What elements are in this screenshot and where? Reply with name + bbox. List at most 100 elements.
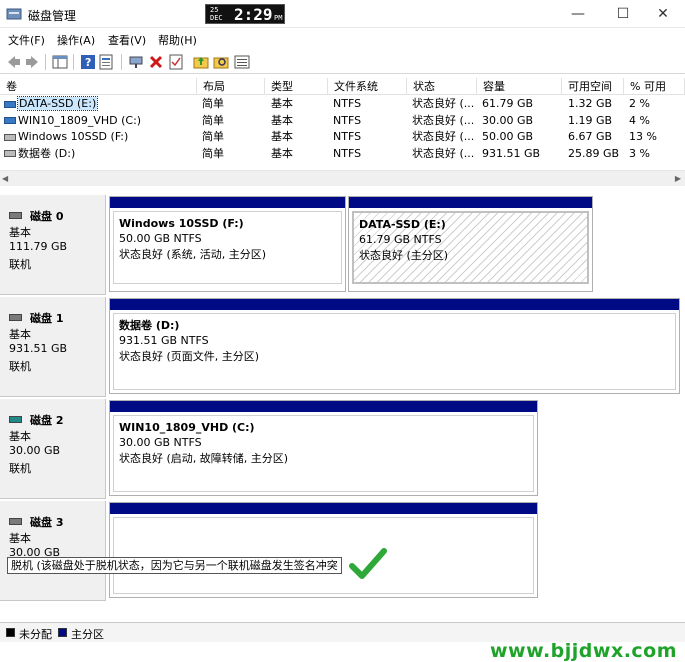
disk-size: 111.79 GB (9, 240, 68, 253)
volume-capacity-cell: 61.79 GB (482, 97, 534, 110)
volume-row[interactable]: 数据卷 (D:) 简单 基本 NTFS 状态良好 (... 931.51 GB 25.89 … (0, 146, 685, 162)
volume-free-cell: 1.19 GB (568, 113, 613, 127)
volume-row[interactable]: Windows 10SSD (F:) 简单 基本 NTFS 状态良好 (... 50.00… (0, 129, 685, 145)
column-header-type[interactable]: 类型 (265, 78, 328, 95)
volume-pct-cell: 2 % (629, 97, 650, 110)
partition-status: 状态良好 (系统, 活动, 主分区) (119, 248, 267, 261)
scroll-left-arrow-icon[interactable]: ◀ (2, 174, 8, 183)
green-checkmark-icon (349, 548, 387, 579)
check-icon[interactable] (168, 54, 184, 70)
partition-name: DATA-SSD (E:) (359, 218, 446, 231)
disk-management-icon (6, 8, 22, 20)
menu-file[interactable]: 文件(F) (8, 32, 45, 48)
volume-fs-cell: NTFS (333, 146, 362, 160)
partition-color-bar (110, 401, 537, 412)
view-icon[interactable] (52, 54, 68, 70)
volume-free-cell: 6.67 GB (568, 130, 613, 143)
partition-body: Windows 10SSD (F:) 50.00 GB NTFS 状态良好 (系统,… (113, 211, 342, 284)
volume-capacity-cell: 50.00 GB (482, 130, 534, 143)
back-icon[interactable] (6, 54, 22, 70)
disk-3-label[interactable]: 磁盘 3 基本 30.00 GB (0, 501, 106, 601)
partition-status: 状态良好 (启动, 故障转储, 主分区) (119, 452, 289, 465)
clock-overlay: 25 DEC 2:29 PM (205, 4, 285, 24)
volume-icon (4, 117, 16, 124)
disk-state: 联机 (9, 462, 31, 475)
properties-icon[interactable] (98, 54, 114, 70)
scroll-right-arrow-icon[interactable]: ▶ (675, 174, 681, 183)
disk-icon (9, 212, 22, 219)
column-header-filesystem[interactable]: 文件系统 (328, 78, 407, 95)
disk-state: 联机 (9, 360, 31, 373)
horizontal-scrollbar[interactable]: ◀ ▶ (0, 170, 685, 186)
disk-2-label[interactable]: 磁盘 2 基本 30.00 GB 联机 (0, 399, 106, 499)
disk-0-partition[interactable]: Windows 10SSD (F:) 50.00 GB NTFS 状态良好 (系统,… (109, 196, 346, 292)
volume-row[interactable]: WIN10_1809_VHD (C:) 简单 基本 NTFS 状态良好 (... 30.0… (0, 113, 685, 129)
disk-title: 磁盘 3 (9, 514, 63, 530)
column-header-status[interactable]: 状态 (407, 78, 477, 95)
volume-list: 卷 布局 类型 文件系统 状态 容量 可用空间 % 可用 DATA-SSD (E… (0, 78, 685, 186)
volume-type-cell: 基本 (271, 97, 293, 110)
toolbar-separator (121, 54, 122, 70)
column-header-capacity[interactable]: 容量 (477, 78, 562, 95)
column-header-percent-free[interactable]: % 可用 (624, 78, 685, 95)
legend-primary-swatch (58, 628, 67, 637)
disk-title: 磁盘 1 (9, 310, 63, 326)
volume-free-cell: 25.89 GB (568, 146, 620, 160)
partition-size: 30.00 GB NTFS (119, 436, 202, 449)
legend-bar: 未分配 主分区 (0, 622, 685, 642)
minimize-button[interactable]: — (555, 0, 601, 28)
menu-help[interactable]: 帮助(H) (158, 32, 197, 48)
volume-status-cell: 状态良好 (... (412, 130, 475, 143)
partition-body: DATA-SSD (E:) 61.79 GB NTFS 状态良好 (主分区) (352, 211, 589, 284)
connect-icon[interactable] (128, 54, 144, 70)
volume-name: Windows 10SSD (F:) (18, 130, 129, 143)
disk-type: 基本 (9, 226, 31, 239)
menu-view[interactable]: 查看(V) (108, 32, 146, 48)
volume-status-cell: 状态良好 (... (412, 146, 475, 160)
help-icon[interactable]: ? (80, 54, 96, 70)
disk-size: 30.00 GB (9, 444, 61, 457)
disk-3-partition[interactable]: 30.00 GB (109, 502, 538, 598)
disk-0-partition[interactable]: DATA-SSD (E:) 61.79 GB NTFS 状态良好 (主分区) (348, 196, 593, 292)
volume-list-header: 卷 布局 类型 文件系统 状态 容量 可用空间 % 可用 (0, 78, 685, 95)
disk-0-label[interactable]: 磁盘 0 基本 111.79 GB 联机 (0, 195, 106, 295)
volume-name: DATA-SSD (E:) (16, 96, 99, 111)
disk-type: 基本 (9, 430, 31, 443)
volume-capacity-cell: 30.00 GB (482, 113, 534, 127)
disk-1-label[interactable]: 磁盘 1 基本 931.51 GB 联机 (0, 297, 106, 397)
title-bar: 磁盘管理 25 DEC 2:29 PM — ☐ ✕ (0, 0, 685, 28)
partition-name: 数据卷 (D:) (119, 319, 180, 332)
clock-ampm: PM (274, 14, 283, 22)
volume-layout-cell: 简单 (202, 130, 224, 143)
column-header-volume[interactable]: 卷 (0, 78, 197, 95)
disk-2-partition[interactable]: WIN10_1809_VHD (C:) 30.00 GB NTFS 状态良好 (启动… (109, 400, 538, 496)
partition-size: 50.00 GB NTFS (119, 232, 202, 245)
search-folder-icon[interactable] (213, 54, 229, 70)
volume-type-cell: 基本 (271, 146, 293, 160)
disk-title-text: 磁盘 0 (30, 210, 64, 223)
partition-color-bar (110, 299, 679, 310)
close-button[interactable]: ✕ (640, 0, 685, 28)
disk-type: 基本 (9, 532, 31, 545)
volume-icon (4, 150, 16, 157)
disk-title-text: 磁盘 2 (30, 414, 64, 427)
watermark: www.bjjdwx.com (490, 640, 678, 662)
column-header-layout[interactable]: 布局 (197, 78, 265, 95)
legend-unallocated-label: 未分配 (19, 628, 52, 641)
partition-body: 数据卷 (D:) 931.51 GB NTFS 状态良好 (页面文件, 主分区) (113, 313, 676, 390)
disk-icon (9, 314, 22, 321)
delete-icon[interactable] (148, 54, 164, 70)
up-folder-icon[interactable] (193, 54, 209, 70)
volume-name: WIN10_1809_VHD (C:) (18, 113, 142, 127)
partition-body: 30.00 GB (113, 517, 534, 594)
column-header-free-space[interactable]: 可用空间 (562, 78, 624, 95)
menu-action[interactable]: 操作(A) (57, 32, 95, 48)
volume-row[interactable]: DATA-SSD (E:) 简单 基本 NTFS 状态良好 (... 61.79 GB 1.… (0, 96, 685, 112)
forward-icon[interactable] (24, 54, 40, 70)
volume-layout-cell: 简单 (202, 113, 224, 127)
disk-title-text: 磁盘 3 (30, 516, 64, 529)
disk-1-partition[interactable]: 数据卷 (D:) 931.51 GB NTFS 状态良好 (页面文件, 主分区) (109, 298, 680, 394)
list-icon[interactable] (234, 54, 250, 70)
volume-pct-cell: 3 % (629, 146, 650, 160)
volume-capacity-cell: 931.51 GB (482, 146, 541, 160)
